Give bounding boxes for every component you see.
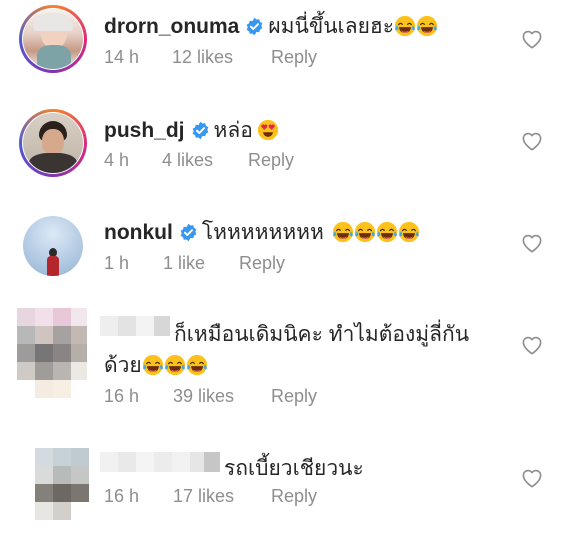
- face-with-tears-of-joy-emoji: [332, 221, 354, 243]
- username[interactable]: drorn_onuma: [104, 15, 239, 38]
- comment-meta: 14 h 12 likes Reply: [104, 47, 317, 68]
- reply-button[interactable]: Reply: [248, 150, 294, 171]
- heart-icon[interactable]: [521, 131, 543, 151]
- username[interactable]: nonkul: [104, 221, 173, 244]
- heart-eyes-emoji: [257, 119, 279, 141]
- face-with-tears-of-joy-emoji: [142, 354, 164, 376]
- comment-text: ก็เหมือนเดิมนิคะ ทำไมต้องมู่ลี่กัน: [174, 323, 470, 346]
- likes-count[interactable]: 39 likes: [173, 386, 271, 407]
- reply-button[interactable]: Reply: [239, 253, 285, 274]
- likes-count[interactable]: 12 likes: [172, 47, 271, 68]
- face-with-tears-of-joy-emoji: [416, 15, 438, 37]
- comment-meta: 1 h 1 like Reply: [104, 253, 285, 274]
- heart-icon[interactable]: [521, 335, 543, 355]
- face-with-tears-of-joy-emoji: [354, 221, 376, 243]
- avatar[interactable]: [17, 308, 87, 398]
- reply-button[interactable]: Reply: [271, 47, 317, 68]
- comment-item: push_dj หล่อ 4 h 4 likes Reply: [0, 102, 572, 202]
- comment-text-continued: ด้วย: [104, 354, 142, 377]
- comment-line: nonkul โหหหหหหหห: [104, 216, 420, 249]
- likes-count[interactable]: 17 likes: [173, 486, 271, 507]
- timestamp: 16 h: [104, 386, 140, 406]
- username-redacted[interactable]: [100, 316, 170, 336]
- comment-text: หล่อ: [213, 119, 253, 142]
- timestamp: 1 h: [104, 253, 130, 273]
- comment-text: ผมนี่ขึ้นเลยฮะ: [268, 15, 395, 38]
- verified-badge-icon: [191, 121, 210, 140]
- heart-icon[interactable]: [521, 29, 543, 49]
- comment-meta: 4 h 4 likes Reply: [104, 150, 294, 171]
- face-with-tears-of-joy-emoji: [394, 15, 416, 37]
- comment-text: โหหหหหหหห: [201, 221, 324, 244]
- comment-item: nonkul โหหหหหหหห 1 h 1 like Reply: [0, 204, 572, 304]
- comment-line: push_dj หล่อ: [104, 114, 279, 147]
- avatar[interactable]: [23, 113, 83, 173]
- avatar[interactable]: [23, 216, 83, 276]
- avatar[interactable]: [35, 448, 89, 520]
- face-with-tears-of-joy-emoji: [376, 221, 398, 243]
- face-with-tears-of-joy-emoji: [398, 221, 420, 243]
- story-ring[interactable]: [19, 5, 87, 73]
- comment-item: รถเบี้ยวเชียวนะ 16 h 17 likes Reply: [0, 440, 572, 534]
- username[interactable]: push_dj: [104, 119, 185, 142]
- face-with-tears-of-joy-emoji: [186, 354, 208, 376]
- timestamp: 4 h: [104, 150, 130, 170]
- verified-badge-icon: [245, 17, 264, 36]
- comment-meta: 16 h 39 likes Reply: [104, 386, 317, 407]
- reply-button[interactable]: Reply: [271, 386, 317, 407]
- username-redacted[interactable]: [100, 452, 220, 472]
- comment-line: ด้วย: [104, 349, 208, 382]
- timestamp: 16 h: [104, 486, 140, 506]
- heart-icon[interactable]: [521, 468, 543, 488]
- timestamp: 14 h: [104, 47, 140, 67]
- reply-button[interactable]: Reply: [271, 486, 317, 507]
- avatar[interactable]: [23, 9, 83, 69]
- likes-count[interactable]: 4 likes: [162, 150, 248, 171]
- comment-item: ก็เหมือนเดิมนิคะ ทำไมต้องมู่ลี่กัน ด้วย …: [0, 306, 572, 420]
- likes-count[interactable]: 1 like: [163, 253, 239, 274]
- comment-item: drorn_onuma ผมนี่ขึ้นเลยฮะ 14 h 12 likes Re…: [0, 0, 572, 100]
- comment-meta: 16 h 17 likes Reply: [104, 486, 317, 507]
- heart-icon[interactable]: [521, 233, 543, 253]
- comment-text: รถเบี้ยวเชียวนะ: [224, 457, 364, 480]
- comment-line: drorn_onuma ผมนี่ขึ้นเลยฮะ: [104, 10, 438, 43]
- story-ring[interactable]: [19, 109, 87, 177]
- verified-badge-icon: [179, 223, 198, 242]
- face-with-tears-of-joy-emoji: [164, 354, 186, 376]
